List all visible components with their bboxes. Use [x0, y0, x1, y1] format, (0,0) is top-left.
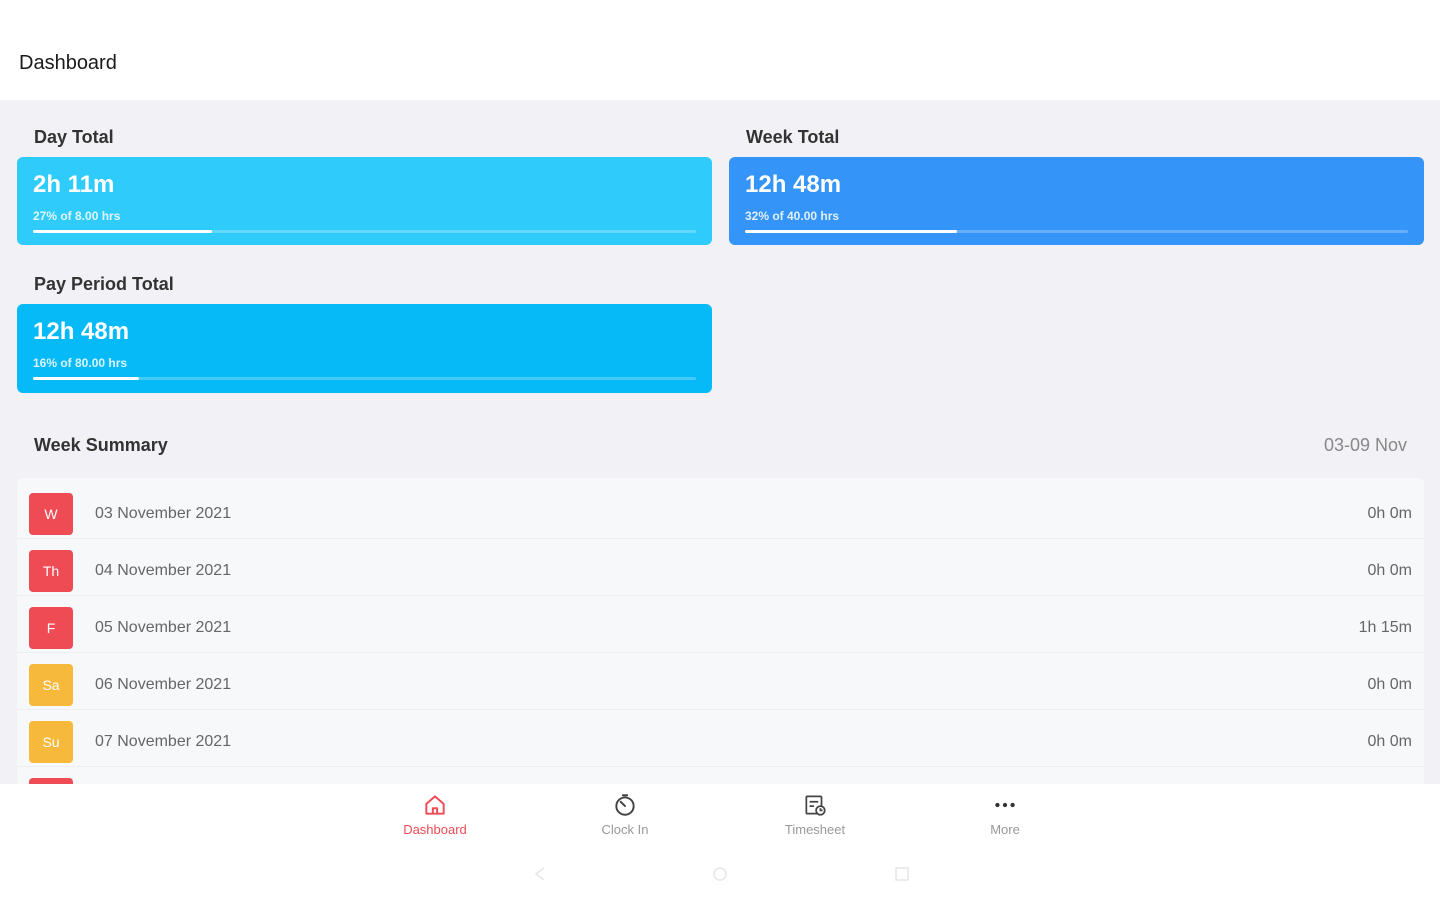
day-total-value: 2h 11m: [33, 171, 115, 198]
week-summary-label: Week Summary: [34, 435, 168, 455]
nav-label: Timesheet: [784, 822, 846, 837]
day-badge: Th: [29, 550, 73, 592]
row-date: 05 November 2021: [95, 619, 232, 636]
system-recents-icon[interactable]: [892, 866, 912, 882]
day-total-card[interactable]: 2h 11m 27% of 8.00 hrs: [17, 157, 712, 245]
nav-timesheet[interactable]: Timesheet: [755, 792, 875, 837]
day-badge: Su: [29, 721, 73, 763]
system-back-icon[interactable]: [530, 866, 550, 882]
pay-period-total-progress: [33, 377, 696, 380]
row-hours: 0h 0m: [1367, 733, 1412, 750]
row-hours: 0h 0m: [1367, 505, 1412, 522]
nav-more[interactable]: More: [945, 792, 1065, 837]
row-hours: 0h 0m: [1367, 562, 1412, 579]
row-date: 03 November 2021: [95, 505, 232, 522]
week-total-progress: [745, 230, 1408, 233]
week-total-label: Week Total: [746, 127, 840, 147]
day-badge: F: [29, 607, 73, 649]
timesheet-icon: [805, 795, 826, 816]
day-badge: W: [29, 493, 73, 535]
week-total-card[interactable]: 12h 48m 32% of 40.00 hrs: [729, 157, 1424, 245]
home-icon: [425, 795, 445, 815]
nav-clock-in[interactable]: Clock In: [565, 792, 685, 837]
summary-row[interactable]: Sa 06 November 2021 0h 0m: [17, 653, 1424, 710]
week-total-progress-fill: [745, 230, 958, 233]
summary-row[interactable]: Su 07 November 2021 0h 0m: [17, 710, 1424, 767]
row-date: 06 November 2021: [95, 676, 232, 693]
day-total-label: Day Total: [34, 127, 114, 147]
nav-dashboard[interactable]: Dashboard: [375, 792, 495, 837]
row-date: 07 November 2021: [95, 733, 232, 750]
week-summary-list[interactable]: W 03 November 2021 0h 0m Th 04 November …: [17, 478, 1424, 788]
timer-icon: [615, 794, 635, 816]
pay-period-total-value: 12h 48m: [33, 318, 130, 345]
page-title: Dashboard: [19, 52, 117, 74]
day-total-subtitle: 27% of 8.00 hrs: [33, 209, 121, 223]
bottom-nav: Dashboard Clock In Timesheet More: [0, 784, 1440, 900]
week-summary-range: 03-09 Nov: [1323, 435, 1407, 455]
day-badge: Sa: [29, 664, 73, 706]
nav-label: Dashboard: [403, 822, 467, 837]
nav-label: More: [990, 822, 1020, 837]
day-total-progress-fill: [33, 230, 212, 233]
day-total-progress: [33, 230, 696, 233]
summary-row[interactable]: F 05 November 2021 1h 15m: [17, 596, 1424, 653]
summary-row[interactable]: W 03 November 2021 0h 0m: [17, 482, 1424, 539]
pay-period-total-subtitle: 16% of 80.00 hrs: [33, 356, 128, 370]
row-hours: 0h 0m: [1367, 676, 1412, 693]
row-hours: 1h 15m: [1358, 619, 1412, 636]
pay-period-total-label: Pay Period Total: [34, 274, 174, 294]
week-total-value: 12h 48m: [745, 171, 842, 198]
system-home-icon[interactable]: [710, 866, 730, 882]
app-header: Dashboard: [0, 0, 1440, 100]
pay-period-total-progress-fill: [33, 377, 140, 380]
week-total-subtitle: 32% of 40.00 hrs: [745, 209, 840, 223]
more-icon: [995, 802, 1015, 808]
nav-label: Clock In: [601, 822, 649, 837]
row-date: 04 November 2021: [95, 562, 232, 579]
pay-period-total-card[interactable]: 12h 48m 16% of 80.00 hrs: [17, 304, 712, 393]
summary-row[interactable]: Th 04 November 2021 0h 0m: [17, 539, 1424, 596]
